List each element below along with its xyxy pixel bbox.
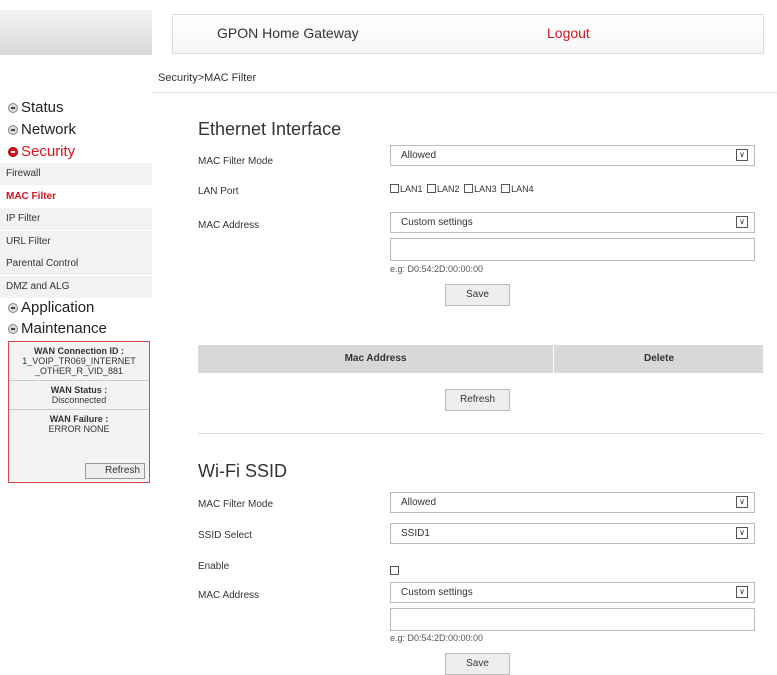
sidebar-item-mac-filter[interactable]: MAC Filter (0, 186, 152, 208)
collapse-icon (8, 146, 18, 157)
eth-mac-hint: e.g: D0:54:2D:00:00:00 (390, 264, 484, 274)
chevron-down-icon: ∨ (736, 149, 748, 161)
lan2-checkbox[interactable]: LAN2 (427, 184, 460, 194)
wifi-mode-label: MAC Filter Mode (198, 499, 274, 510)
sidebar-item-ip-filter[interactable]: IP Filter (0, 208, 152, 230)
nav-status[interactable]: Status (8, 99, 64, 116)
lan1-label: LAN1 (400, 184, 423, 194)
enable-label: Enable (198, 561, 230, 572)
nav-network[interactable]: Network (8, 121, 76, 138)
wan-status-label: WAN Status : (50, 385, 108, 395)
chevron-down-icon: ∨ (736, 527, 748, 539)
nav-label: Network (21, 121, 77, 138)
sidebar-item-parental-control[interactable]: Parental Control (0, 253, 152, 275)
eth-mac-value: Custom settings (401, 217, 473, 228)
nav-security[interactable]: Security (8, 143, 75, 160)
eth-mac-label: MAC Address (198, 220, 260, 231)
wan-status-panel: WAN Connection ID : 1_VOIP_TR069_INTERNE… (8, 341, 150, 483)
lan2-label: LAN2 (437, 184, 460, 194)
wifi-save-button[interactable]: Save (445, 653, 510, 675)
expand-icon (8, 323, 18, 334)
sidebar-item-firewall[interactable]: Firewall (0, 163, 152, 185)
wifi-mode-select[interactable]: Allowed ∨ (390, 492, 755, 513)
section-divider (198, 433, 763, 434)
chevron-down-icon: ∨ (736, 216, 748, 228)
wan-failure-label: WAN Failure : (49, 414, 109, 424)
wifi-mac-select[interactable]: Custom settings ∨ (390, 582, 755, 603)
nav-application[interactable]: Application (8, 299, 94, 316)
lan-port-group: LAN1 LAN2 LAN3 LAN4 (390, 184, 536, 194)
wifi-mode-value: Allowed (401, 497, 437, 508)
mac-table-header: Mac Address Delete (198, 345, 763, 373)
expand-icon (8, 124, 18, 135)
checkbox-icon (464, 184, 474, 193)
divider (152, 92, 777, 93)
sidebar-item-url-filter[interactable]: URL Filter (0, 231, 152, 253)
eth-mode-label: MAC Filter Mode (198, 156, 274, 167)
col-delete: Delete (553, 345, 764, 373)
enable-checkbox[interactable] (390, 561, 400, 579)
eth-mac-input[interactable] (390, 238, 755, 261)
lan3-label: LAN3 (474, 184, 497, 194)
wifi-mac-hint: e.g: D0:54:2D:00:00:00 (390, 633, 484, 643)
eth-mode-value: Allowed (401, 150, 437, 161)
wan-refresh-button[interactable]: Refresh (85, 463, 145, 479)
wan-failure-value: ERROR NONE (48, 424, 110, 434)
wan-connection-value: 1_VOIP_TR069_INTERNET _OTHER_R_VID_881 (22, 356, 136, 376)
expand-icon (8, 302, 18, 313)
wifi-section-title: Wi-Fi SSID (198, 461, 287, 481)
sidebar-item-dmz-alg[interactable]: DMZ and ALG (0, 276, 152, 298)
nav-label: Application (21, 299, 95, 316)
lan3-checkbox[interactable]: LAN3 (464, 184, 497, 194)
wifi-mac-label: MAC Address (198, 590, 260, 601)
nav-label: Security (21, 143, 76, 160)
wan-status-value: Disconnected (51, 395, 107, 405)
nav-label: Maintenance (21, 320, 107, 337)
checkbox-icon (390, 566, 399, 575)
nav-label: Status (21, 99, 64, 116)
wan-failure-section: WAN Failure : ERROR NONE (9, 410, 149, 438)
logout-link[interactable]: Logout (547, 25, 590, 41)
lan1-checkbox[interactable]: LAN1 (390, 184, 423, 194)
eth-refresh-button[interactable]: Refresh (445, 389, 510, 411)
lan4-label: LAN4 (511, 184, 534, 194)
eth-save-button[interactable]: Save (445, 284, 510, 306)
eth-mac-select[interactable]: Custom settings ∨ (390, 212, 755, 233)
checkbox-icon (427, 184, 437, 193)
chevron-down-icon: ∨ (736, 586, 748, 598)
nav-maintenance[interactable]: Maintenance (8, 320, 107, 337)
lan4-checkbox[interactable]: LAN4 (501, 184, 534, 194)
wifi-mac-input[interactable] (390, 608, 755, 631)
ssid-select-label: SSID Select (198, 530, 252, 541)
chevron-down-icon: ∨ (736, 496, 748, 508)
wifi-mac-value: Custom settings (401, 587, 473, 598)
wan-status-section: WAN Status : Disconnected (9, 381, 149, 410)
breadcrumb: Security>MAC Filter (158, 72, 257, 84)
expand-icon (8, 102, 18, 113)
app-title: GPON Home Gateway (217, 25, 359, 41)
eth-mode-select[interactable]: Allowed ∨ (390, 145, 755, 166)
wan-connection-label: WAN Connection ID : (34, 346, 124, 356)
checkbox-icon (390, 184, 399, 193)
sidebar-header (0, 10, 152, 55)
ethernet-section-title: Ethernet Interface (198, 119, 342, 139)
wan-connection-section: WAN Connection ID : 1_VOIP_TR069_INTERNE… (9, 342, 149, 381)
lan-port-label: LAN Port (198, 186, 239, 197)
col-mac-address: Mac Address (344, 353, 407, 364)
ssid-value: SSID1 (401, 528, 430, 539)
ssid-select[interactable]: SSID1 ∨ (390, 523, 755, 544)
checkbox-icon (501, 184, 511, 193)
